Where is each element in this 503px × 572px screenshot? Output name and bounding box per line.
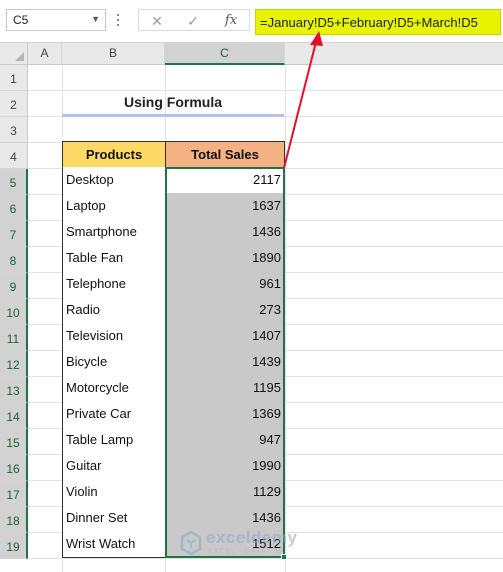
sales-cell[interactable]: 1439 <box>165 349 285 376</box>
formula-buttons: ✕ ✓ fx <box>138 9 250 31</box>
product-cell[interactable]: Table Lamp <box>62 427 166 454</box>
row-header[interactable]: 17 <box>0 481 28 507</box>
name-box[interactable]: C5 ▼ <box>6 9 106 31</box>
active-sales-cell[interactable]: 2117 <box>165 167 285 194</box>
chevron-down-icon[interactable]: ▼ <box>91 14 100 24</box>
row-header[interactable]: 15 <box>0 429 28 455</box>
row-header[interactable]: 5 <box>0 169 28 195</box>
row-header[interactable]: 2 <box>0 91 28 117</box>
sheet-title: Using Formula <box>123 94 222 110</box>
product-cell[interactable]: Guitar <box>62 453 166 480</box>
product-cell[interactable]: Smartphone <box>62 219 166 246</box>
header-total-sales[interactable]: Total Sales <box>165 141 285 168</box>
row-header[interactable]: 10 <box>0 299 28 325</box>
row-header[interactable]: 19 <box>0 533 28 559</box>
product-cell[interactable]: Dinner Set <box>62 505 166 532</box>
column-gridline <box>285 65 286 572</box>
sales-cell[interactable]: 961 <box>165 271 285 298</box>
product-cell[interactable]: Desktop <box>62 167 166 194</box>
row-header[interactable]: 14 <box>0 403 28 429</box>
product-cell[interactable]: Radio <box>62 297 166 324</box>
sales-cell[interactable]: 1369 <box>165 401 285 428</box>
check-icon[interactable]: ✓ <box>181 12 205 30</box>
sales-cell[interactable]: 1990 <box>165 453 285 480</box>
exceldemy-logo: exceldemy EXCEL · DATA · BI <box>178 526 328 560</box>
select-all-button[interactable] <box>0 43 28 65</box>
product-cell[interactable]: Motorcycle <box>62 375 166 402</box>
sales-cell[interactable]: 273 <box>165 297 285 324</box>
row-header[interactable]: 4 <box>0 143 28 169</box>
product-cell[interactable]: Wrist Watch <box>62 531 166 558</box>
row-header[interactable]: 11 <box>0 325 28 351</box>
product-cell[interactable]: Private Car <box>62 401 166 428</box>
formula-input[interactable]: =January!D5+February!D5+March!D5 <box>255 9 501 35</box>
column-header-c[interactable]: C <box>165 43 285 65</box>
product-cell[interactable]: Violin <box>62 479 166 506</box>
logo-name: exceldemy <box>206 528 298 547</box>
sales-cell[interactable]: 1129 <box>165 479 285 506</box>
sales-cell[interactable]: 1407 <box>165 323 285 350</box>
row-header[interactable]: 18 <box>0 507 28 533</box>
drag-handle-icon[interactable] <box>116 12 120 28</box>
sales-cell[interactable]: 1195 <box>165 375 285 402</box>
product-cell[interactable]: Laptop <box>62 193 166 220</box>
row-header[interactable]: 9 <box>0 273 28 299</box>
row-header[interactable]: 1 <box>0 65 28 91</box>
sales-cell[interactable]: 1637 <box>165 193 285 220</box>
row-header[interactable]: 12 <box>0 351 28 377</box>
row-header[interactable]: 13 <box>0 377 28 403</box>
product-cell[interactable]: Television <box>62 323 166 350</box>
product-cell[interactable]: Telephone <box>62 271 166 298</box>
header-products[interactable]: Products <box>62 141 166 168</box>
column-header-b[interactable]: B <box>62 43 165 65</box>
row-header[interactable]: 8 <box>0 247 28 273</box>
insert-function-icon[interactable]: fx <box>219 12 243 30</box>
row-header[interactable]: 7 <box>0 221 28 247</box>
sales-cell[interactable]: 1436 <box>165 219 285 246</box>
column-header-area <box>285 43 503 65</box>
sales-cell[interactable]: 1890 <box>165 245 285 272</box>
row-header[interactable]: 16 <box>0 455 28 481</box>
formula-bar: C5 ▼ ✕ ✓ fx =January!D5+February!D5+Marc… <box>0 0 503 43</box>
name-box-value: C5 <box>13 13 29 27</box>
logo-tagline: EXCEL · DATA · BI <box>208 548 284 555</box>
row-header[interactable]: 3 <box>0 117 28 143</box>
product-cell[interactable]: Bicycle <box>62 349 166 376</box>
logo-mark <box>180 530 202 556</box>
row-header[interactable]: 6 <box>0 195 28 221</box>
title-underline <box>62 114 284 117</box>
product-cell[interactable]: Table Fan <box>62 245 166 272</box>
column-header-a[interactable]: A <box>28 43 62 65</box>
cancel-icon[interactable]: ✕ <box>145 12 169 30</box>
sales-cell[interactable]: 947 <box>165 427 285 454</box>
